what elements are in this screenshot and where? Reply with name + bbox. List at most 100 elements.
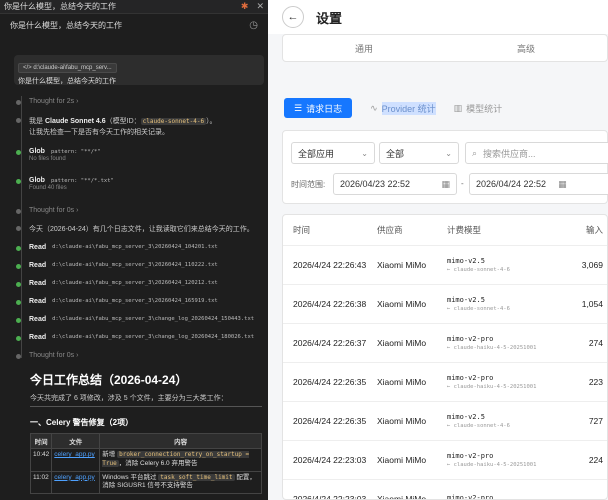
tab-provider-stats[interactable]: ∿ Provider 统计 bbox=[370, 101, 436, 115]
tab-label: Provider 统计 bbox=[381, 101, 436, 115]
table-row[interactable]: 2026/4/24 22:23:03 Xiaomi MiMo mimo-v2-pro… bbox=[283, 441, 607, 480]
start-date-input[interactable]: 2026/04/23 22:52 ▦ bbox=[333, 173, 457, 195]
intro-line2: 让我先检查一下是否有今天工作的相关记录。 bbox=[29, 129, 169, 137]
search-icon: ⌕ bbox=[472, 147, 478, 158]
cell-provider: Xiaomi MiMo bbox=[377, 455, 427, 465]
user-message: </> d:\claude-ai\fabu_mcp_serv... 你是什么模型… bbox=[14, 55, 264, 85]
list-icon: ☰ bbox=[294, 102, 303, 113]
table-row[interactable]: 2026/4/24 22:26:37 Xiaomi MiMo mimo-v2-pro… bbox=[283, 324, 607, 363]
model-name: mimo-v2.5 bbox=[447, 413, 485, 421]
table-row[interactable]: 2026/4/24 22:26:35 Xiaomi MiMo mimo-v2.5 ← … bbox=[283, 402, 607, 441]
col-time: 时间 bbox=[293, 225, 311, 235]
table-row: 11:02 celery_app.py Windows 平台跳过 task_so… bbox=[29, 470, 262, 495]
timeline-dot bbox=[16, 354, 21, 359]
editor-tab-bar: 你是什么模型，总结今天的工作 ✱ ✕ bbox=[0, 0, 268, 14]
cell-model: mimo-v2.5 ← claude-sonnet-4-6 bbox=[447, 296, 577, 312]
read-row[interactable]: Read d:\claude-ai\fabu_mcp_server_3\20260… bbox=[16, 244, 262, 251]
claude-logo-icon: ✱ bbox=[240, 1, 249, 11]
cell-model: mimo-v2-pro ← claude-haiku-4-5-20251001 bbox=[447, 452, 577, 468]
table-row[interactable]: 2026/4/24 22:26:43 Xiaomi MiMo mimo-v2.5 ← … bbox=[283, 246, 607, 285]
timeline-dot bbox=[16, 336, 21, 341]
read-row[interactable]: Read d:\claude-ai\fabu_mcp_server_3\chang… bbox=[16, 334, 262, 341]
read-row[interactable]: Read d:\claude-ai\fabu_mcp_server_3\20260… bbox=[16, 298, 262, 305]
cell-code: task_soft_time_limit bbox=[158, 473, 235, 481]
cell-provider: Xiaomi MiMo bbox=[377, 299, 427, 309]
timeline-dot bbox=[16, 264, 21, 269]
glob-row-1[interactable]: Glob pattern: "**/*" No files found bbox=[16, 148, 262, 162]
tab-general[interactable]: 通用 bbox=[283, 42, 445, 55]
col-provider: 供应商 bbox=[377, 225, 403, 235]
cell-input: 1,054 bbox=[581, 299, 603, 309]
settings-segmented-tabs: 通用 高级 bbox=[282, 34, 608, 62]
assistant-intro: 我是 Claude Sonnet 4.6（模型ID： claude-sonnet-… bbox=[16, 116, 262, 138]
user-message-text: 你是什么模型，总结今天的工作 bbox=[18, 78, 116, 85]
cell-text: 新增 bbox=[102, 451, 118, 458]
cell-provider: Xiaomi MiMo bbox=[377, 416, 427, 426]
tab-request-log[interactable]: ☰ 请求日志 bbox=[284, 98, 353, 118]
status-select-value: 全部 bbox=[386, 148, 405, 159]
model-source: ← claude-haiku-4-5-20251001 bbox=[447, 345, 537, 351]
timeline-dot bbox=[16, 246, 21, 251]
thought-row[interactable]: Thought for 0s › bbox=[16, 352, 262, 359]
table-header: 文件 bbox=[51, 433, 101, 449]
intro-text-a: 我是 bbox=[29, 118, 45, 125]
bar-chart-icon: ▥ bbox=[453, 102, 463, 113]
model-name: mimo-v2.5 bbox=[447, 257, 485, 265]
tool-label: Read bbox=[29, 280, 47, 287]
model-source: ← claude-haiku-4-5-20251001 bbox=[447, 462, 537, 468]
model-name: mimo-v2-pro bbox=[447, 374, 494, 382]
tab-advanced[interactable]: 高级 bbox=[445, 42, 607, 55]
cell-time: 2026/4/24 22:23:03 bbox=[293, 494, 367, 500]
chevron-down-icon: ⌄ bbox=[445, 148, 452, 158]
search-placeholder: 搜索供应商... bbox=[483, 148, 536, 159]
read-row[interactable]: Read d:\claude-ai\fabu_mcp_server_3\20260… bbox=[16, 262, 262, 269]
thought-label: Thought for 0s bbox=[29, 207, 75, 214]
glob-row-2[interactable]: Glob pattern: "**/*.txt" Found 40 files bbox=[16, 177, 262, 191]
file-link[interactable]: celery_app.py bbox=[54, 451, 94, 458]
back-button[interactable]: ← bbox=[282, 6, 304, 28]
cell-model: mimo-v2.5 ← claude-sonnet-4-6 bbox=[447, 413, 577, 429]
model-source: ← claude-sonnet-4-6 bbox=[447, 423, 510, 429]
cell-time: 10:42 bbox=[29, 448, 53, 472]
cell-provider: Xiaomi MiMo bbox=[377, 377, 427, 387]
activity-icon: ∿ bbox=[370, 102, 378, 113]
tool-label: Glob bbox=[29, 148, 45, 155]
thought-row[interactable]: Thought for 2s › bbox=[16, 98, 262, 105]
cell-time: 11:02 bbox=[29, 470, 53, 495]
tool-result: No files found bbox=[29, 156, 66, 162]
read-row[interactable]: Read d:\claude-ai\fabu_mcp_server_3\20260… bbox=[16, 280, 262, 287]
model-name: mimo-v2.5 bbox=[447, 296, 485, 304]
end-date-input[interactable]: 2026/04/24 22:52 ▦ bbox=[469, 173, 608, 195]
table-row[interactable]: 2026/4/24 22:26:35 Xiaomi MiMo mimo-v2-pro… bbox=[283, 363, 607, 402]
tool-label: Glob bbox=[29, 177, 45, 184]
tab-model-stats[interactable]: ▥ 模型统计 bbox=[454, 102, 503, 115]
start-date-value: 2026/04/23 22:52 bbox=[340, 179, 411, 189]
cell-provider: Xiaomi MiMo bbox=[377, 338, 427, 348]
app-select[interactable]: 全部应用 ⌄ bbox=[291, 142, 375, 164]
table-row[interactable]: 2026/4/24 22:23:03 Xiaomi MiMo mimo-v2-pro bbox=[283, 480, 607, 500]
history-icon[interactable]: ◷ bbox=[249, 20, 258, 31]
file-link[interactable]: celery_app.py bbox=[54, 474, 94, 481]
tool-pattern: pattern: "**/*" bbox=[50, 149, 101, 155]
end-date-value: 2026/04/24 22:52 bbox=[476, 179, 547, 189]
status-select[interactable]: 全部 ⌄ bbox=[379, 142, 459, 164]
search-input[interactable]: ⌕ 搜索供应商... bbox=[465, 142, 608, 164]
timeline-dot bbox=[16, 209, 21, 214]
context-file-chip[interactable]: </> d:\claude-ai\fabu_mcp_serv... bbox=[18, 63, 117, 73]
table-row: 10:42 celery_app.py 新增 broker_connection… bbox=[29, 448, 262, 472]
model-source: ← claude-haiku-4-5-20251001 bbox=[447, 384, 537, 390]
cell-model: mimo-v2-pro bbox=[447, 494, 577, 500]
col-input: 输入 bbox=[585, 225, 603, 235]
model-name: mimo-v2-pro bbox=[447, 452, 494, 460]
read-row[interactable]: Read d:\claude-ai\fabu_mcp_server_3\chang… bbox=[16, 316, 262, 323]
thought-row[interactable]: Thought for 0s › bbox=[16, 207, 262, 214]
range-dash: - bbox=[461, 179, 464, 188]
chat-tab[interactable]: 你是什么模型，总结今天的工作 bbox=[4, 1, 241, 12]
table-row[interactable]: 2026/4/24 22:26:38 Xiaomi MiMo mimo-v2.5 ← … bbox=[283, 285, 607, 324]
close-tab-icon[interactable]: ✕ bbox=[256, 1, 264, 12]
read-path: d:\claude-ai\fabu_mcp_server_3\change_lo… bbox=[52, 316, 255, 322]
model-source: ← claude-sonnet-4-6 bbox=[447, 306, 510, 312]
tool-pattern: pattern: "**/*.txt" bbox=[50, 178, 114, 184]
cell-time: 2026/4/24 22:26:37 bbox=[293, 338, 367, 348]
model-name: mimo-v2-pro bbox=[447, 494, 494, 500]
